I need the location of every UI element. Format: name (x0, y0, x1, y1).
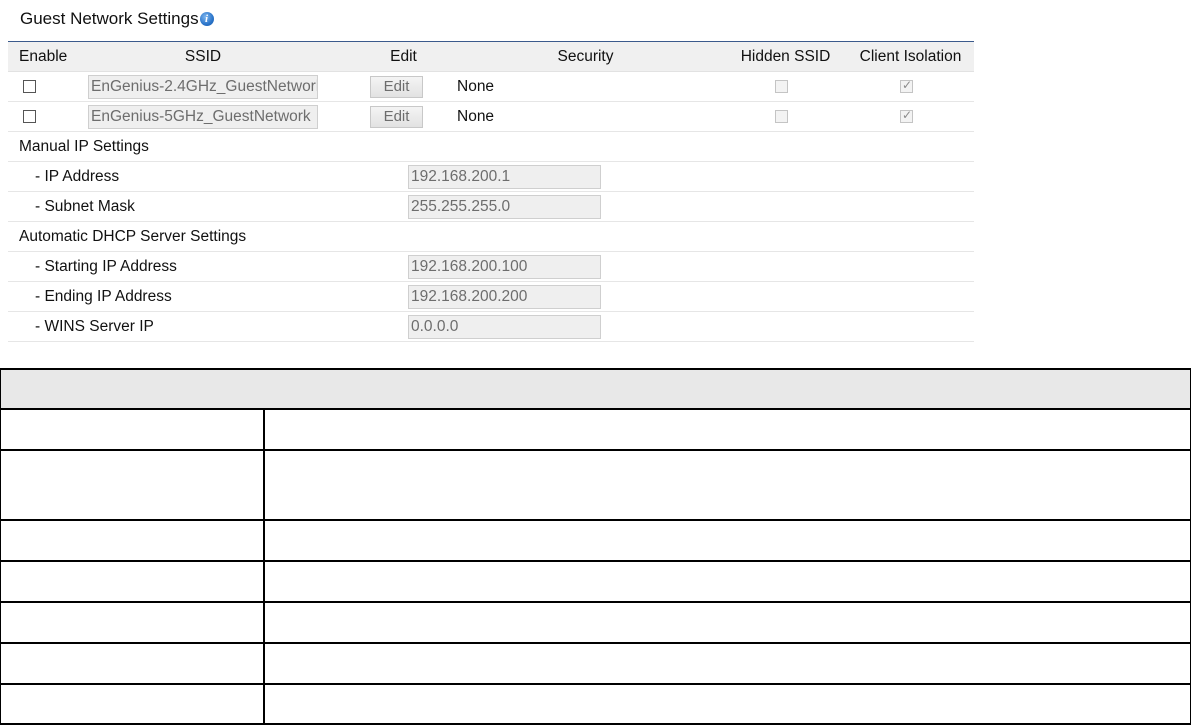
ending-ip-label: - Ending IP Address (35, 288, 172, 305)
table-cell (0, 449, 265, 521)
starting-ip-input[interactable]: 192.168.200.100 (408, 255, 601, 279)
table-cell (262, 642, 1191, 685)
subnet-mask-label: - Subnet Mask (35, 198, 135, 215)
table-cell (0, 601, 265, 644)
description-table (0, 368, 1191, 725)
wins-server-label: - WINS Server IP (35, 318, 154, 335)
panel-title-text: Guest Network Settings (20, 9, 199, 28)
hidden-ssid-checkbox (775, 110, 788, 123)
ssid-input[interactable]: EnGenius-5GHz_GuestNetwork (88, 105, 318, 129)
column-edit: Edit (390, 48, 417, 65)
table-cell (262, 519, 1191, 562)
ip-address-label: - IP Address (35, 168, 120, 185)
security-value: None (457, 108, 495, 125)
table-header: Enable SSID Edit Security Hidden SSID Cl… (8, 42, 974, 72)
column-ssid: SSID (184, 48, 222, 65)
wins-server-row: - WINS Server IP 0.0.0.0 (8, 312, 974, 342)
table-row (0, 408, 1191, 451)
guest-network-panel: Guest Network Settings i Enable SSID Edit… (8, 0, 974, 342)
security-value: None (457, 78, 495, 95)
ip-address-row: - IP Address 192.168.200.1 (8, 162, 974, 192)
table-cell (0, 408, 265, 451)
section-heading-row: Manual IP Settings (8, 132, 974, 162)
check-mark-icon: ✓ (902, 78, 913, 92)
table-cell (0, 642, 265, 685)
client-isolation-checkbox: ✓ (900, 78, 913, 93)
description-table-header (0, 368, 1191, 410)
ending-ip-row: - Ending IP Address 192.168.200.200 (8, 282, 974, 312)
table-row (0, 449, 1191, 521)
section-heading-row: Automatic DHCP Server Settings (8, 222, 974, 252)
dhcp-heading: Automatic DHCP Server Settings (19, 228, 247, 245)
table-row (0, 560, 1191, 603)
ssid-input[interactable]: EnGenius-2.4GHz_GuestNetwork (88, 75, 318, 99)
table-row (0, 601, 1191, 644)
column-hidden-ssid: Hidden SSID (740, 48, 831, 65)
table-cell (0, 519, 265, 562)
ending-ip-input[interactable]: 192.168.200.200 (408, 285, 601, 309)
subnet-mask-row: - Subnet Mask 255.255.255.0 (8, 192, 974, 222)
table-cell (262, 449, 1191, 521)
table-row (0, 519, 1191, 562)
header-cell (0, 368, 1191, 410)
table-cell (262, 560, 1191, 603)
manual-ip-heading: Manual IP Settings (19, 138, 149, 155)
column-client-isolation: Client Isolation (859, 48, 962, 65)
table-row (0, 642, 1191, 685)
column-security: Security (557, 48, 614, 65)
table-cell (0, 560, 265, 603)
starting-ip-row: - Starting IP Address 192.168.200.100 (8, 252, 974, 282)
hidden-ssid-checkbox (775, 80, 788, 93)
table-row: EnGenius-5GHz_GuestNetwork Edit None ✓ (8, 102, 974, 132)
wins-server-input[interactable]: 0.0.0.0 (408, 315, 601, 339)
table-cell (0, 683, 265, 725)
panel-title: Guest Network Settings i (20, 9, 214, 29)
edit-button[interactable]: Edit (370, 76, 423, 98)
ip-address-input[interactable]: 192.168.200.1 (408, 165, 601, 189)
table-cell (262, 408, 1191, 451)
table-cell (262, 683, 1191, 725)
column-enable: Enable (19, 48, 68, 65)
subnet-mask-input[interactable]: 255.255.255.0 (408, 195, 601, 219)
table-cell (262, 601, 1191, 644)
edit-button[interactable]: Edit (370, 106, 423, 128)
check-mark-icon: ✓ (902, 108, 913, 122)
info-icon[interactable]: i (199, 12, 214, 26)
enable-checkbox[interactable] (23, 80, 36, 93)
panel-header: Guest Network Settings i (8, 0, 974, 42)
starting-ip-label: - Starting IP Address (35, 258, 177, 275)
client-isolation-checkbox: ✓ (900, 108, 913, 123)
table-row: EnGenius-2.4GHz_GuestNetwork Edit None ✓ (8, 72, 974, 102)
enable-checkbox[interactable] (23, 110, 36, 123)
table-row (0, 683, 1191, 725)
